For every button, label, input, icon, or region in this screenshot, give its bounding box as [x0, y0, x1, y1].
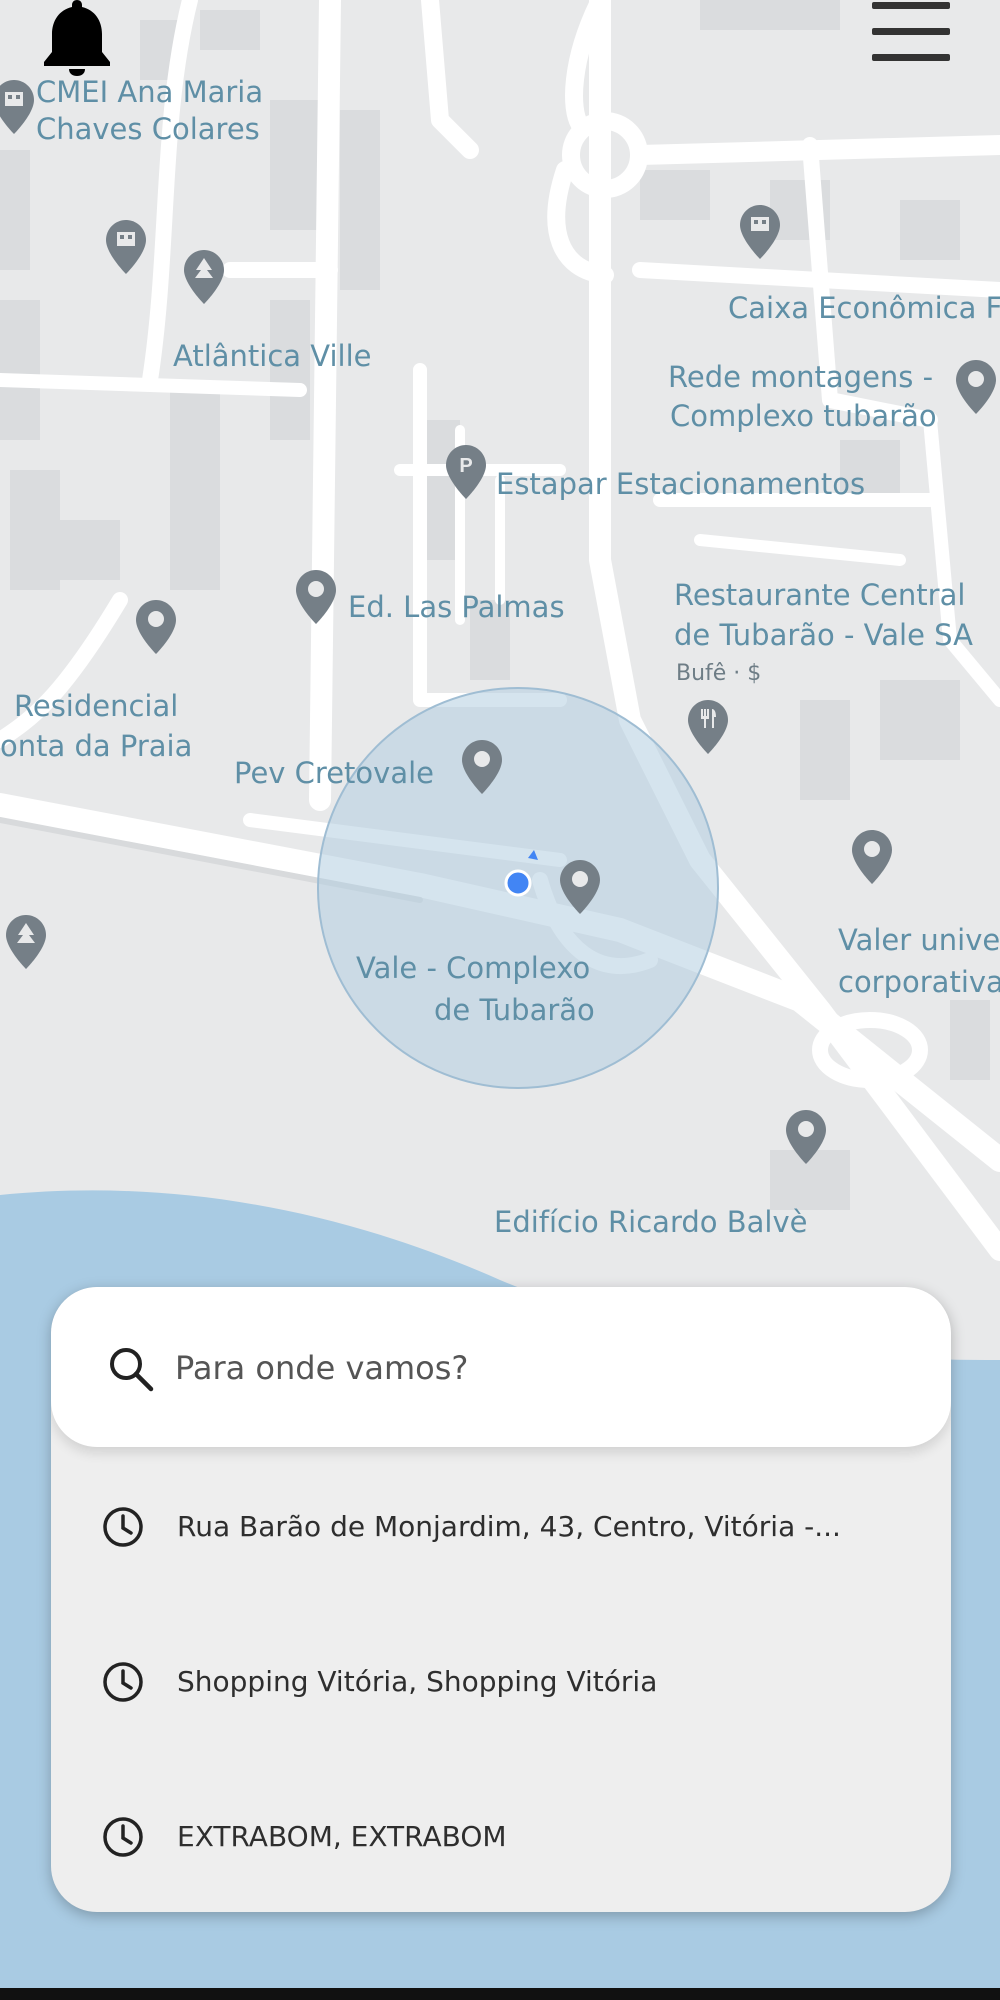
map-label-valer-line1: Valer unive: [838, 923, 1000, 957]
search-icon: [110, 1348, 154, 1392]
bell-icon: [44, 0, 110, 76]
notifications-button[interactable]: [40, 0, 114, 76]
bottom-edge-bar: [0, 1988, 1000, 2000]
map-label-valer-line2: corporativa: [838, 965, 1000, 999]
clock-icon: [103, 1817, 143, 1857]
clock-icon: [103, 1507, 143, 1547]
map-label-pev: Pev Cretovale: [234, 756, 434, 790]
map-label-atlantica: Atlântica Ville: [173, 339, 372, 373]
map-label-vale-line1: Vale - Complexo: [356, 951, 591, 985]
map-label-rede-line2: Complexo tubarão: [670, 399, 937, 433]
recent-place-label: EXTRABOM, EXTRABOM: [177, 1820, 507, 1853]
recent-place-label: Rua Barão de Monjardim, 43, Centro, Vitó…: [177, 1510, 841, 1543]
clock-icon: [103, 1662, 143, 1702]
recent-place-item[interactable]: EXTRABOM, EXTRABOM: [51, 1777, 951, 1897]
current-location-dot: [504, 869, 532, 897]
hamburger-menu-icon: [872, 2, 950, 61]
map-label-restaurante-sub: Bufê · $: [676, 661, 762, 686]
map-label-cmei-line1: CMEI Ana Maria: [36, 75, 264, 109]
map-label-caixa: Caixa Econômica F: [728, 291, 1000, 325]
destination-search-input[interactable]: [173, 1337, 897, 1399]
map-label-cmei-line2: Chaves Colares: [36, 112, 260, 146]
map-label-restaurante-line1: Restaurante Central: [674, 578, 966, 612]
map-label-estapar: Estapar Estacionamentos: [496, 467, 866, 501]
destination-panel: Rua Barão de Monjardim, 43, Centro, Vitó…: [51, 1287, 951, 1912]
map-label-residencial-line2: onta da Praia: [0, 729, 193, 763]
recent-place-item[interactable]: Shopping Vitória, Shopping Vitória: [51, 1622, 951, 1742]
map-label-vale-line2: de Tubarão: [434, 993, 595, 1027]
map-label-ricardo: Edifício Ricardo Balvè: [494, 1205, 808, 1239]
search-bar[interactable]: [51, 1287, 951, 1447]
map-label-rede-line1: Rede montagens -: [668, 360, 934, 394]
menu-button[interactable]: [870, 0, 954, 66]
map-label-restaurante-line2: de Tubarão - Vale SA: [674, 618, 973, 652]
map-label-residencial-line1: Residencial: [14, 689, 179, 723]
recent-place-label: Shopping Vitória, Shopping Vitória: [177, 1665, 658, 1698]
recent-place-item[interactable]: Rua Barão de Monjardim, 43, Centro, Vitó…: [51, 1467, 951, 1587]
map-label-las-palmas: Ed. Las Palmas: [348, 590, 565, 624]
